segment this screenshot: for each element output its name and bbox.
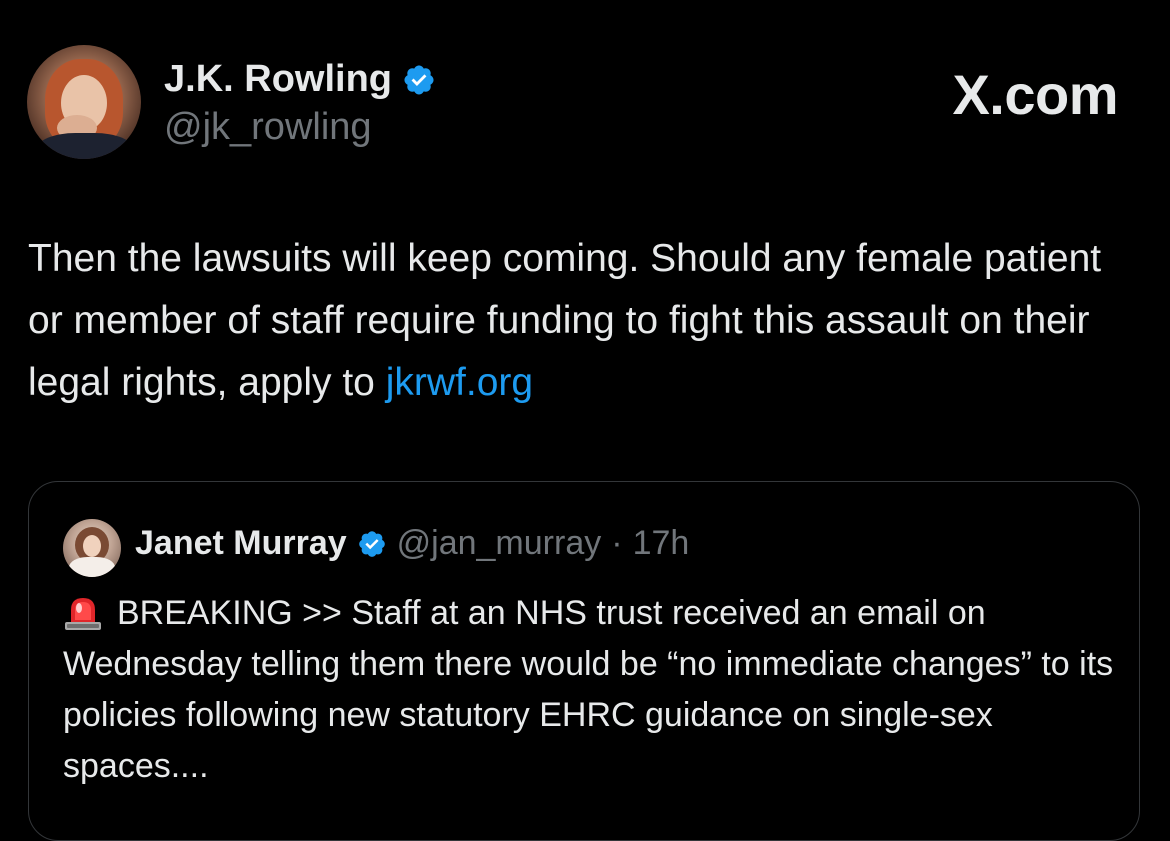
tweet-text: Then the lawsuits will keep coming. Shou… bbox=[28, 228, 1138, 414]
author-handle[interactable]: @jk_rowling bbox=[164, 106, 372, 149]
avatar-body bbox=[37, 133, 133, 159]
quote-timestamp[interactable]: 17h bbox=[633, 524, 690, 563]
quote-text: BREAKING >> Staff at an NHS trust receiv… bbox=[63, 588, 1123, 792]
author-name-row[interactable]: J.K. Rowling bbox=[164, 58, 436, 101]
author-avatar[interactable] bbox=[27, 45, 141, 159]
author-name[interactable]: J.K. Rowling bbox=[164, 58, 392, 101]
quote-author-handle[interactable]: @jan_murray bbox=[397, 524, 602, 563]
quote-avatar[interactable] bbox=[63, 519, 121, 577]
quote-avatar-face bbox=[83, 535, 101, 557]
quote-verified-badge-icon bbox=[358, 530, 385, 557]
tweet-card: J.K. Rowling @jk_rowling X.com Then the … bbox=[0, 0, 1170, 841]
tweet-body: Then the lawsuits will keep coming. Shou… bbox=[28, 237, 1102, 404]
quote-body: BREAKING >> Staff at an NHS trust receiv… bbox=[63, 594, 1114, 785]
siren-icon bbox=[65, 598, 101, 630]
verified-badge-icon bbox=[404, 64, 434, 95]
quote-author-name[interactable]: Janet Murray bbox=[135, 524, 347, 563]
quote-separator: · bbox=[611, 524, 623, 562]
brand-watermark: X.com bbox=[952, 63, 1118, 126]
quote-header: Janet Murray @jan_murray · 17h bbox=[135, 524, 689, 563]
quoted-tweet[interactable]: Janet Murray @jan_murray · 17h BREAKING … bbox=[28, 481, 1140, 841]
tweet-link[interactable]: jkrwf.org bbox=[386, 361, 533, 404]
quote-avatar-body bbox=[69, 557, 115, 577]
